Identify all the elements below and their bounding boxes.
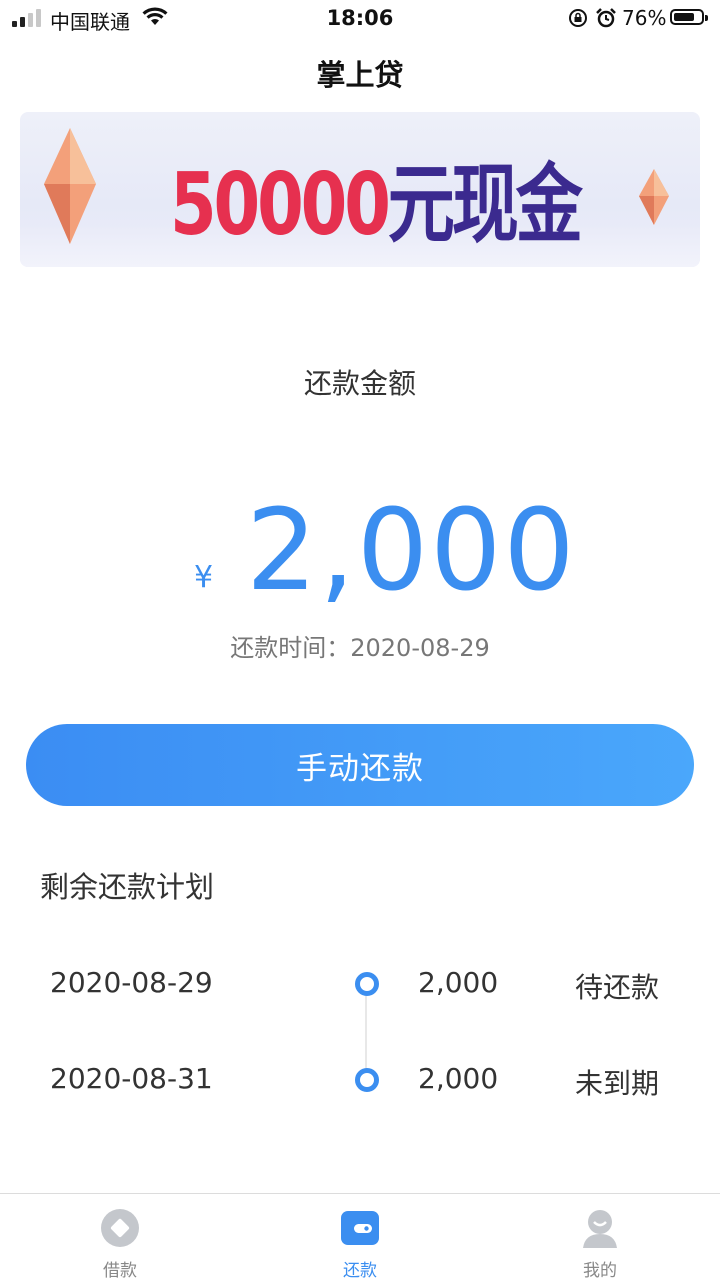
currency-symbol: ¥ xyxy=(194,560,214,595)
repayment-amount-label: 还款金额 xyxy=(303,367,416,400)
wallet-icon xyxy=(341,1211,379,1245)
plan-row-amount: 2,000 xyxy=(418,966,499,999)
promo-banner[interactable]: 50000元现金 xyxy=(20,112,700,267)
tab-loan[interactable]: 借款 xyxy=(60,1194,180,1281)
alarm-icon xyxy=(596,8,616,28)
plan-row-date: 2020-08-31 xyxy=(50,1062,213,1095)
loan-icon xyxy=(101,1209,139,1247)
repayment-amount: 2,000 xyxy=(246,486,577,616)
timeline-dot xyxy=(355,972,379,996)
tab-profile[interactable]: 我的 xyxy=(540,1194,660,1281)
plan-row-status: 未到期 xyxy=(575,1067,660,1100)
battery-icon xyxy=(670,9,708,25)
timeline-dot xyxy=(355,1068,379,1092)
tab-loan-label: 借款 xyxy=(103,1261,137,1281)
rotation-lock-icon xyxy=(569,9,587,27)
banner-headline: 50000元现金 xyxy=(170,134,583,259)
plan-row-date: 2020-08-29 xyxy=(50,966,213,999)
battery-fill xyxy=(674,13,694,21)
diamond-left-icon xyxy=(44,128,96,244)
plan-row-amount: 2,000 xyxy=(418,1062,499,1095)
page-title: 掌上贷 xyxy=(316,58,404,92)
plan-row-status: 待还款 xyxy=(575,971,660,1004)
plan-row: 2020-08-29 2,000 待还款 xyxy=(0,958,720,1008)
manual-repay-button[interactable]: 手动还款 xyxy=(26,724,694,806)
tab-repay[interactable]: 还款 xyxy=(300,1194,420,1281)
due-date-value: 2020-08-29 xyxy=(350,634,490,662)
profile-icon xyxy=(583,1210,617,1248)
tab-bar: 借款 还款 我的 xyxy=(0,1193,720,1281)
tab-profile-label: 我的 xyxy=(583,1261,617,1281)
tab-repay-label: 还款 xyxy=(343,1261,377,1281)
status-bar: 中国联通 18:06 76% xyxy=(0,0,720,36)
diamond-right-icon xyxy=(639,169,669,225)
plan-title: 剩余还款计划 xyxy=(40,870,215,904)
plan-row: 2020-08-31 2,000 未到期 xyxy=(0,1054,720,1104)
battery-percent: 76% xyxy=(622,6,667,30)
banner-amount: 50000 xyxy=(170,155,391,255)
due-date-row: 还款时间：2020-08-29 xyxy=(0,628,720,663)
banner-suffix: 元现金 xyxy=(387,155,583,255)
due-date-label: 还款时间： xyxy=(230,634,351,662)
